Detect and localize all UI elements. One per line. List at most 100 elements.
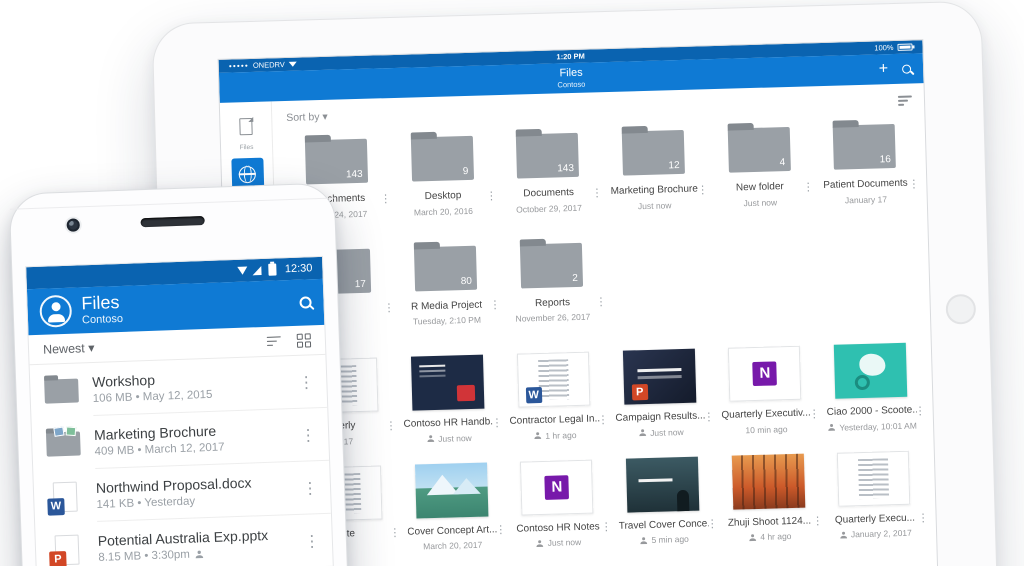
file-meta: 106 MB • May 12, 2015 <box>93 386 281 405</box>
sort-newest-dropdown[interactable]: Newest ▾ <box>43 340 95 357</box>
file-meta: 8.15 MB • 3:30pm <box>98 545 286 564</box>
battery-icon <box>897 43 912 50</box>
more-options-icon[interactable]: ⋮ <box>298 530 327 551</box>
file-grid-row-2: ...te ⋮ <box>292 450 928 555</box>
file-type-badge: W <box>47 498 65 516</box>
clock-label: 12:30 <box>285 262 313 275</box>
folder-count: 16 <box>880 154 891 165</box>
sidebar-item-label: Files <box>240 144 254 151</box>
file-tile[interactable]: Cover Concept Art... March 20, 2017 ⋮ <box>397 462 505 552</box>
file-meta: 141 KB • Yesterday <box>96 492 284 511</box>
folder-icon: 9 <box>410 136 473 182</box>
folder-tile[interactable]: 80 R Media Project Tuesday, 2:10 PM ⋮ <box>392 241 500 327</box>
folder-tile[interactable]: 9 Desktop March 20, 2016 ⋮ <box>388 131 496 217</box>
folder-icon: 16 <box>833 124 896 170</box>
folder-tile[interactable]: 143 Documents October 29, 2017 ⋮ <box>494 128 602 214</box>
folder-tile[interactable]: 16 Patient Documents January 17 ⋮ <box>811 119 919 205</box>
folder-count: 143 <box>557 163 574 174</box>
shared-person-icon <box>194 549 204 559</box>
file-type-badge: P <box>632 384 648 400</box>
folder-icon: 12 <box>622 130 685 176</box>
document-page-icon: P <box>55 534 80 565</box>
file-date: Just now <box>616 426 706 439</box>
file-thumbnail <box>837 450 910 506</box>
carrier-label: ONEDRV <box>253 60 285 70</box>
page-title: Files <box>81 293 123 314</box>
page-title: Files <box>557 67 585 80</box>
shared-person-icon <box>533 431 542 440</box>
folder-name: R Media Project <box>401 299 491 314</box>
shared-person-icon <box>839 530 848 539</box>
file-tile[interactable]: N Quarterly Executiv... 10 min ago ⋮ <box>712 345 820 435</box>
page-subtitle: Contoso <box>557 79 585 89</box>
file-tile[interactable]: Quarterly Execu... January 2, 2017 ⋮ <box>820 450 928 540</box>
file-type-badge: W <box>526 387 542 403</box>
file-tile[interactable]: P Campaign Results... Just now ⋮ <box>606 348 714 438</box>
file-name: Contoso HR Notes <box>513 521 603 536</box>
folder-tile[interactable]: 12 Marketing Brochure Just now ⋮ <box>600 125 708 211</box>
sort-newest-label: Newest <box>43 341 85 356</box>
tablet-home-button[interactable] <box>945 294 976 325</box>
sidebar-item[interactable]: Files <box>224 110 269 152</box>
file-tile[interactable]: Ciao 2000 - Scoote... Yesterday, 10:01 A… <box>817 342 925 432</box>
file-name: Quarterly Execu... <box>830 512 920 527</box>
folder-name: Patient Documents <box>821 178 911 193</box>
shared-person-icon <box>426 434 435 443</box>
more-options-icon[interactable]: ⋮ <box>915 406 926 417</box>
more-options-icon[interactable]: ⋮ <box>595 297 606 308</box>
file-tile[interactable]: Travel Cover Conce... 5 min ago ⋮ <box>609 456 717 546</box>
folder-name: Documents <box>504 186 594 201</box>
search-icon[interactable] <box>299 296 311 308</box>
file-date: 1 hr ago <box>510 429 600 442</box>
folder-name: Marketing Brochure <box>609 183 699 198</box>
file-list-item[interactable]: P Potential Australia Exp.pptx 8.15 MB •… <box>35 514 333 566</box>
folder-count: 143 <box>346 169 363 180</box>
file-thumbnail: W <box>517 352 590 408</box>
battery-percent-label: 100% <box>874 43 893 53</box>
more-options-icon[interactable]: ⋮ <box>918 513 929 524</box>
file-tile[interactable]: N Contoso HR Notes Just now ⋮ <box>503 459 611 549</box>
folder-name: Reports <box>507 296 597 311</box>
document-page-icon: W <box>53 481 78 512</box>
folder-icon: 143 <box>305 139 368 185</box>
grid-view-icon[interactable] <box>297 333 311 347</box>
folder-tile[interactable]: 2 Reports November 26, 2017 ⋮ <box>498 238 606 324</box>
file-tile[interactable]: W Contractor Legal In... 1 hr ago ⋮ <box>500 351 608 441</box>
more-options-icon[interactable]: ⋮ <box>908 179 919 190</box>
sort-by-dropdown[interactable]: Sort by ▾ <box>286 111 328 124</box>
file-date: Just now <box>404 432 494 445</box>
wifi-icon <box>238 267 248 275</box>
file-icon <box>44 425 83 462</box>
folder-icon <box>44 378 79 403</box>
folder-icon: 80 <box>414 245 477 291</box>
search-icon[interactable] <box>902 64 911 73</box>
more-options-icon[interactable]: ⋮ <box>294 425 323 446</box>
file-date: 10 min ago <box>722 423 812 435</box>
file-name: Cover Concept Art... <box>407 524 497 539</box>
file-icon: W <box>46 478 85 515</box>
add-button[interactable]: + <box>879 61 889 77</box>
file-name: Contoso HR Handb... <box>403 416 493 431</box>
photos-peek-icon <box>54 426 76 436</box>
file-type-badge: P <box>49 551 67 566</box>
more-options-icon[interactable]: ⋮ <box>296 477 325 498</box>
more-options-icon[interactable]: ⋮ <box>292 372 321 393</box>
view-options-icon[interactable] <box>898 96 912 106</box>
file-thumbnail <box>414 462 487 518</box>
file-date: Just now <box>514 536 604 548</box>
list-view-icon[interactable] <box>267 336 281 346</box>
file-name: Travel Cover Conce... <box>619 518 709 533</box>
file-thumbnail <box>411 355 484 411</box>
shared-person-icon <box>748 532 757 541</box>
cell-signal-icon <box>253 266 262 275</box>
shared-person-icon <box>638 428 647 437</box>
file-meta: 409 MB • March 12, 2017 <box>94 439 282 458</box>
file-thumbnail: N <box>520 459 593 515</box>
account-avatar[interactable] <box>39 295 72 328</box>
file-tile[interactable]: Zhuji Shoot 1124... 4 hr ago ⋮ <box>715 453 823 543</box>
folder-tile[interactable]: 4 New folder Just now ⋮ <box>705 122 813 208</box>
file-grid-row-1: ...erly 2017 ⋮ <box>289 342 925 447</box>
file-date: Yesterday, 10:01 AM <box>827 420 917 433</box>
folder-date: Just now <box>610 199 700 211</box>
file-tile[interactable]: Contoso HR Handb... Just now ⋮ <box>394 354 502 444</box>
